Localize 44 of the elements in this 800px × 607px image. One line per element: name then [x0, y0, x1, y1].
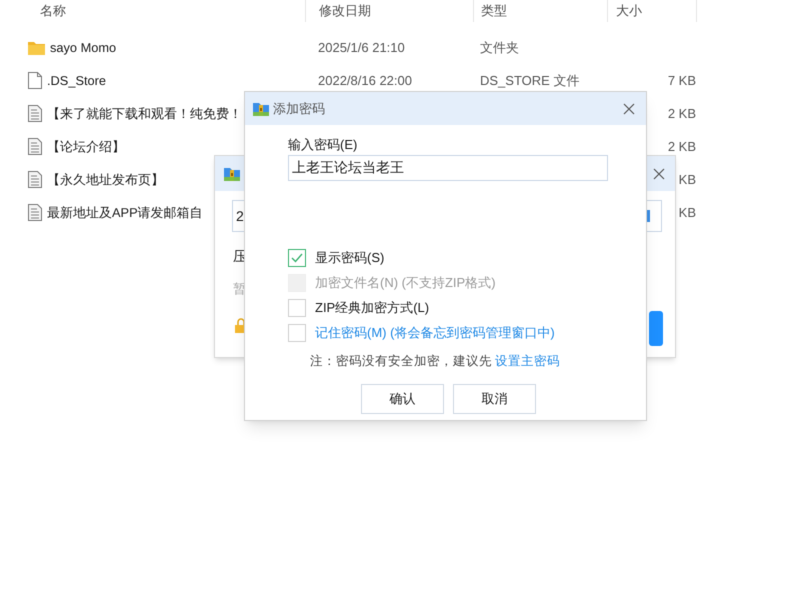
file-type: 文件夹: [480, 40, 519, 55]
dialog-title: 添加密码: [273, 100, 326, 118]
note-text: 注：密码没有安全加密，建议先: [310, 353, 492, 370]
dialog-button[interactable]: 取消: [453, 384, 536, 414]
checkbox-label[interactable]: 记住密码(M) (将会备忘到密码管理窗口中): [315, 323, 555, 343]
close-button[interactable]: [651, 166, 667, 182]
modified-date: 2025/1/6 21:10: [318, 40, 405, 55]
text-file-icon: [28, 171, 42, 188]
checkbox[interactable]: [288, 299, 306, 317]
file-name[interactable]: 最新地址及APP请发邮箱自: [47, 202, 203, 222]
file-size: 2 KB: [668, 106, 696, 121]
hint-text: 暂: [233, 280, 246, 298]
action-button[interactable]: [649, 311, 663, 346]
file-name[interactable]: 【永久地址发布页】: [47, 170, 164, 190]
password-field[interactable]: 上老王论坛当老王: [288, 155, 608, 181]
checkbox-label[interactable]: 显示密码(S): [315, 248, 384, 268]
column-header[interactable]: 修改日期: [319, 1, 371, 21]
file-size: 2 KB: [668, 138, 696, 154]
column-header[interactable]: 名称: [40, 1, 66, 21]
close-button[interactable]: [621, 100, 637, 116]
text-file-icon: [28, 138, 42, 155]
checkbox[interactable]: [288, 249, 306, 267]
checkbox[interactable]: [288, 324, 306, 342]
field-label: 输入密码(E): [288, 136, 358, 153]
column-header[interactable]: 类型: [481, 1, 507, 21]
document-icon: [28, 72, 42, 89]
column-header[interactable]: 大小: [616, 1, 642, 21]
file-size: KB: [678, 204, 696, 220]
file-name[interactable]: 【论坛介绍】: [47, 136, 125, 156]
modified-date: 2022/8/16 22:00: [318, 72, 412, 88]
text-file-icon: [28, 105, 42, 122]
file-size: KB: [678, 172, 696, 187]
file-name[interactable]: .DS_Store: [47, 70, 106, 90]
text-file-icon: [28, 204, 42, 221]
dialog-button[interactable]: 确认: [361, 384, 444, 414]
file-name[interactable]: 【来了就能下载和观看！纯免费！: [47, 104, 242, 124]
check-icon: [291, 253, 303, 263]
checkbox-label: 加密文件名(N) (不支持ZIP格式): [315, 274, 496, 292]
set-master-password-link[interactable]: 设置主密码: [495, 352, 560, 371]
file-name[interactable]: sayo Momo: [50, 38, 116, 58]
file-type: DS_STORE 文件: [480, 72, 580, 88]
folder-icon: [28, 40, 45, 54]
checkbox-label[interactable]: ZIP经典加密方式(L): [315, 298, 430, 318]
file-size: 7 KB: [668, 72, 696, 88]
